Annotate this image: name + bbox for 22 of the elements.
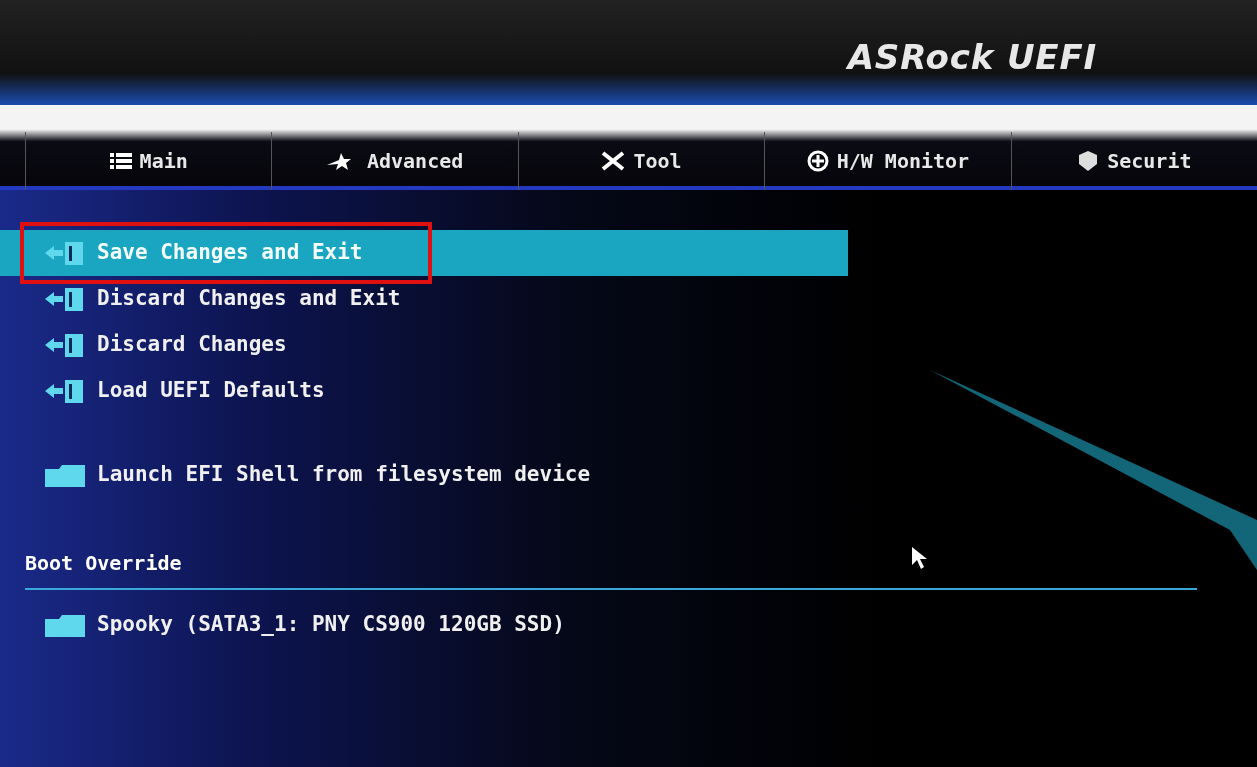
- tools-icon: [601, 151, 626, 171]
- menu-item[interactable]: Spooky (SATA3_1: PNY CS900 120GB SSD): [0, 602, 848, 648]
- exit-door-icon: [45, 332, 85, 358]
- crosshair-icon: [806, 150, 829, 172]
- menu-tab[interactable]: Advanced: [271, 132, 518, 190]
- exit-door-icon: [45, 286, 85, 312]
- menu-item[interactable]: Discard Changes: [0, 322, 848, 368]
- folder-icon: [45, 613, 85, 637]
- logo: ASRock UEFI: [847, 36, 1097, 79]
- section-title: Boot Override: [25, 551, 182, 575]
- menu-tab[interactable]: Securit: [1010, 132, 1257, 190]
- menu-item[interactable]: Launch EFI Shell from filesystem device: [0, 452, 848, 498]
- badge-icon: [1077, 150, 1100, 172]
- folder-icon: [45, 463, 85, 487]
- list-icon: [109, 152, 132, 170]
- menu-item[interactable]: Discard Changes and Exit: [0, 276, 848, 322]
- menu-tab[interactable]: Tool: [517, 132, 765, 190]
- exit-door-icon: [45, 378, 85, 404]
- menu-tab[interactable]: Main: [25, 132, 272, 190]
- menu-item[interactable]: Load UEFI Defaults: [0, 368, 848, 414]
- menu-tab[interactable]: H/W Monitor: [764, 132, 1011, 190]
- exit-door-icon: [45, 240, 85, 266]
